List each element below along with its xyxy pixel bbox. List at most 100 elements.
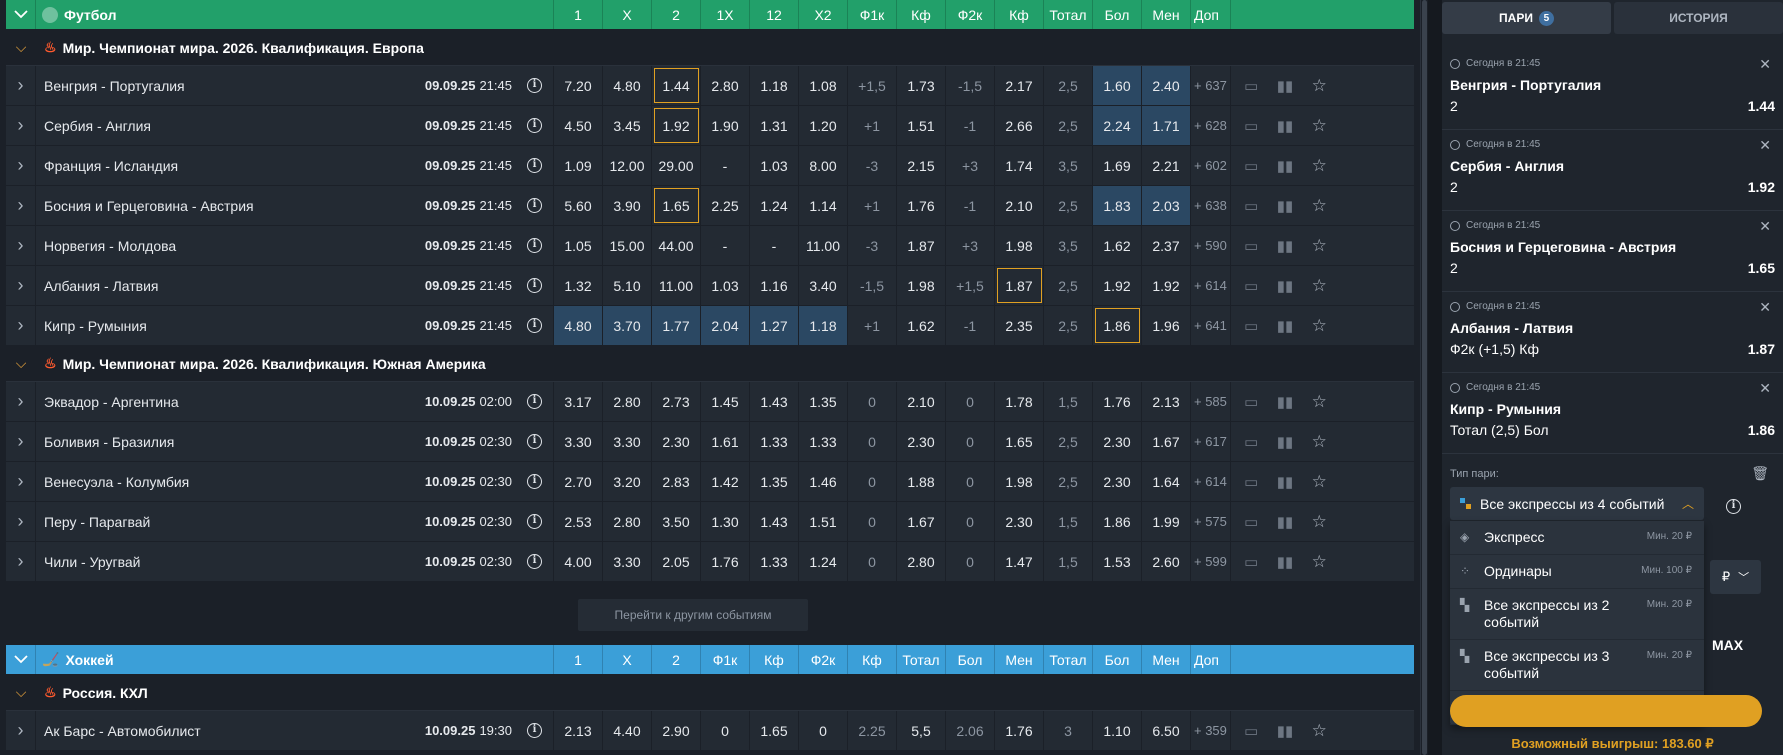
star-icon[interactable]: ☆ [1312,116,1327,136]
odd-cell[interactable]: 3.30 [554,422,603,461]
tv-icon[interactable]: ▭ [1244,393,1258,411]
chevron-right-icon[interactable]: › [6,106,36,145]
event-row[interactable]: › Ак Барс - Автомобилист 10.09.25 19:30 i… [6,711,1414,751]
tv-icon[interactable]: ▭ [1244,117,1258,135]
close-icon[interactable]: ✕ [1759,137,1771,154]
collapse-sport-button[interactable] [6,645,36,674]
info-icon[interactable]: i [516,502,554,541]
bet-type-option[interactable]: ▚ Все экспрессы из 2 событий Мин. 20 ₽ [1450,589,1704,640]
chevron-down-icon[interactable]: ⌵ [6,346,36,381]
odd-cell[interactable]: 1.65 [995,422,1044,461]
extra-markets-link[interactable]: + 602 [1191,146,1231,185]
star-icon[interactable]: ☆ [1312,392,1327,412]
odd-cell[interactable]: 1.92 [1142,266,1191,305]
odd-cell[interactable]: 1.33 [750,422,799,461]
odd-cell[interactable]: 1.62 [897,306,946,345]
event-row[interactable]: › Чили - Уругвай 10.09.25 02:30 i 4.00 3.30… [6,542,1414,582]
odd-cell[interactable]: 2.30 [897,422,946,461]
star-icon[interactable]: ☆ [1312,432,1327,452]
info-icon[interactable]: i [516,66,554,105]
tab-bets[interactable]: ПАРИ 5 [1442,2,1611,34]
odd-cell[interactable]: -1,5 [848,266,897,305]
chevron-down-icon[interactable]: ⌵ [6,30,36,65]
extra-markets-link[interactable]: + 575 [1191,502,1231,541]
odd-cell[interactable]: -3 [848,146,897,185]
max-button[interactable]: MAX [1712,637,1743,653]
odd-cell[interactable]: 2.80 [603,382,652,421]
bet-type-option[interactable]: ◈ Экспресс Мин. 20 ₽ [1450,521,1704,555]
odd-cell[interactable]: 2.10 [995,186,1044,225]
info-icon[interactable]: i [516,106,554,145]
odd-cell[interactable]: +3 [946,226,995,265]
odd-cell[interactable]: 2.13 [554,711,603,750]
odd-cell[interactable]: 1.03 [701,266,750,305]
odd-cell[interactable]: 0 [848,462,897,501]
odd-cell[interactable]: 2.30 [995,502,1044,541]
tv-icon[interactable]: ▭ [1244,513,1258,531]
currency-select[interactable]: ₽ ﹀ [1710,560,1761,594]
odd-cell[interactable]: 1.18 [799,306,848,345]
event-row[interactable]: › Норвегия - Молдова 09.09.25 21:45 i 1.05… [6,226,1414,266]
odd-cell[interactable]: 1.76 [995,711,1044,750]
extra-markets-link[interactable]: + 614 [1191,266,1231,305]
odd-cell[interactable]: 1.43 [750,502,799,541]
odd-cell[interactable]: 1.24 [799,542,848,581]
tv-icon[interactable]: ▭ [1244,237,1258,255]
odd-cell[interactable]: 6.50 [1142,711,1191,750]
odd-cell[interactable]: 8.00 [799,146,848,185]
chevron-right-icon[interactable]: › [6,502,36,541]
odd-cell[interactable]: 2.83 [652,462,701,501]
odd-cell[interactable]: 1.67 [897,502,946,541]
close-icon[interactable]: ✕ [1759,56,1771,73]
odd-cell[interactable]: 2.21 [1142,146,1191,185]
info-icon[interactable]: i [516,226,554,265]
tv-icon[interactable]: ▭ [1244,157,1258,175]
bet-type-select[interactable]: Все экспрессы из 4 событий ︿ [1450,487,1704,520]
odd-cell[interactable]: 3 [1044,711,1093,750]
odd-cell[interactable]: 0 [848,382,897,421]
chevron-right-icon[interactable]: › [6,186,36,225]
odd-cell[interactable]: 1.77 [652,306,701,345]
odd-cell[interactable]: 2,5 [1044,266,1093,305]
odd-cell[interactable]: 4.40 [603,711,652,750]
odd-cell[interactable]: 11.00 [652,266,701,305]
odd-cell[interactable]: 1.42 [701,462,750,501]
odd-cell[interactable]: 1.61 [701,422,750,461]
star-icon[interactable]: ☆ [1312,316,1327,336]
odd-cell[interactable]: 1.76 [1093,382,1142,421]
event-row[interactable]: › Эквадор - Аргентина 10.09.25 02:00 i 3.1… [6,382,1414,422]
odd-cell[interactable]: 1.99 [1142,502,1191,541]
tv-icon[interactable]: ▭ [1244,317,1258,335]
star-icon[interactable]: ☆ [1312,76,1327,96]
event-row[interactable]: › Кипр - Румыния 09.09.25 21:45 i 4.80 3.70… [6,306,1414,346]
odd-cell[interactable]: 0 [848,542,897,581]
tv-icon[interactable]: ▭ [1244,77,1258,95]
odd-cell[interactable]: 2.03 [1142,186,1191,225]
odd-cell[interactable]: 1.14 [799,186,848,225]
odd-cell[interactable]: 1.86 [1093,502,1142,541]
odd-cell[interactable]: 1.88 [897,462,946,501]
odd-cell[interactable]: - [701,146,750,185]
odd-cell[interactable]: 2.70 [554,462,603,501]
statistics-icon[interactable]: ▮▮ [1277,722,1294,740]
odd-cell[interactable]: 1.20 [799,106,848,145]
statistics-icon[interactable]: ▮▮ [1277,277,1294,295]
odd-cell[interactable]: 1.10 [1093,711,1142,750]
odd-cell[interactable]: 2.10 [897,382,946,421]
odd-cell[interactable]: 0 [946,422,995,461]
odd-cell[interactable]: 2.35 [995,306,1044,345]
info-icon[interactable]: i [1726,495,1741,514]
odd-cell[interactable]: 1.92 [1093,266,1142,305]
odd-cell[interactable]: 2.80 [897,542,946,581]
odd-cell[interactable]: - [701,226,750,265]
star-icon[interactable]: ☆ [1312,196,1327,216]
odd-cell[interactable]: 4.50 [554,106,603,145]
statistics-icon[interactable]: ▮▮ [1277,317,1294,335]
trash-icon[interactable]: 🗑 [1751,465,1769,482]
odd-cell[interactable]: 1.32 [554,266,603,305]
event-teams[interactable]: Эквадор - Аргентина [36,382,396,421]
chevron-right-icon[interactable]: › [6,306,36,345]
odd-cell[interactable]: 3.50 [652,502,701,541]
chevron-right-icon[interactable]: › [6,226,36,265]
odd-cell[interactable]: 3.30 [603,542,652,581]
